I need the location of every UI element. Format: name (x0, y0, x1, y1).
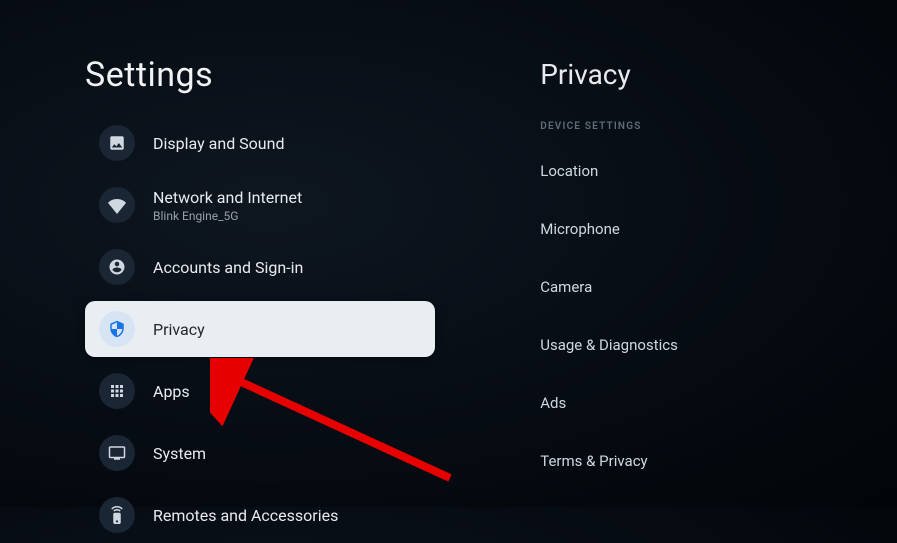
menu-item-remotes[interactable]: Remotes and Accessories (85, 487, 520, 543)
display-icon (99, 435, 135, 471)
menu-item-system[interactable]: System (85, 425, 520, 481)
menu-label: Display and Sound (153, 134, 284, 153)
menu-label: Remotes and Accessories (153, 506, 338, 525)
detail-title: Privacy (540, 58, 897, 91)
section-header: DEVICE SETTINGS (540, 121, 897, 132)
detail-item-camera[interactable]: Camera (540, 272, 897, 302)
menu-item-display-sound[interactable]: Display and Sound (85, 115, 520, 171)
shield-icon (99, 311, 135, 347)
apps-icon (99, 373, 135, 409)
account-icon (99, 249, 135, 285)
detail-item-microphone[interactable]: Microphone (540, 214, 897, 244)
menu-item-accounts[interactable]: Accounts and Sign-in (85, 239, 520, 295)
detail-list: Location Microphone Camera Usage & Diagn… (540, 156, 897, 476)
detail-item-usage-diagnostics[interactable]: Usage & Diagnostics (540, 330, 897, 360)
remote-icon (99, 497, 135, 533)
menu-label: System (153, 444, 206, 463)
menu-item-privacy[interactable]: Privacy (85, 301, 435, 357)
menu-label: Privacy (153, 320, 205, 339)
page-title: Settings (85, 55, 520, 95)
image-icon (99, 125, 135, 161)
detail-item-terms-privacy[interactable]: Terms & Privacy (540, 446, 897, 476)
settings-panel: Settings Display and Sound Network and I… (0, 0, 520, 507)
settings-menu: Display and Sound Network and Internet B… (85, 115, 520, 543)
menu-label: Network and Internet (153, 188, 302, 207)
detail-item-location[interactable]: Location (540, 156, 897, 186)
menu-item-network[interactable]: Network and Internet Blink Engine_5G (85, 177, 520, 233)
menu-label: Accounts and Sign-in (153, 258, 303, 277)
wifi-icon (99, 187, 135, 223)
menu-sublabel: Blink Engine_5G (153, 209, 302, 223)
menu-item-apps[interactable]: Apps (85, 363, 520, 419)
detail-item-ads[interactable]: Ads (540, 388, 897, 418)
detail-panel: Privacy DEVICE SETTINGS Location Microph… (520, 0, 897, 507)
menu-label: Apps (153, 382, 190, 401)
